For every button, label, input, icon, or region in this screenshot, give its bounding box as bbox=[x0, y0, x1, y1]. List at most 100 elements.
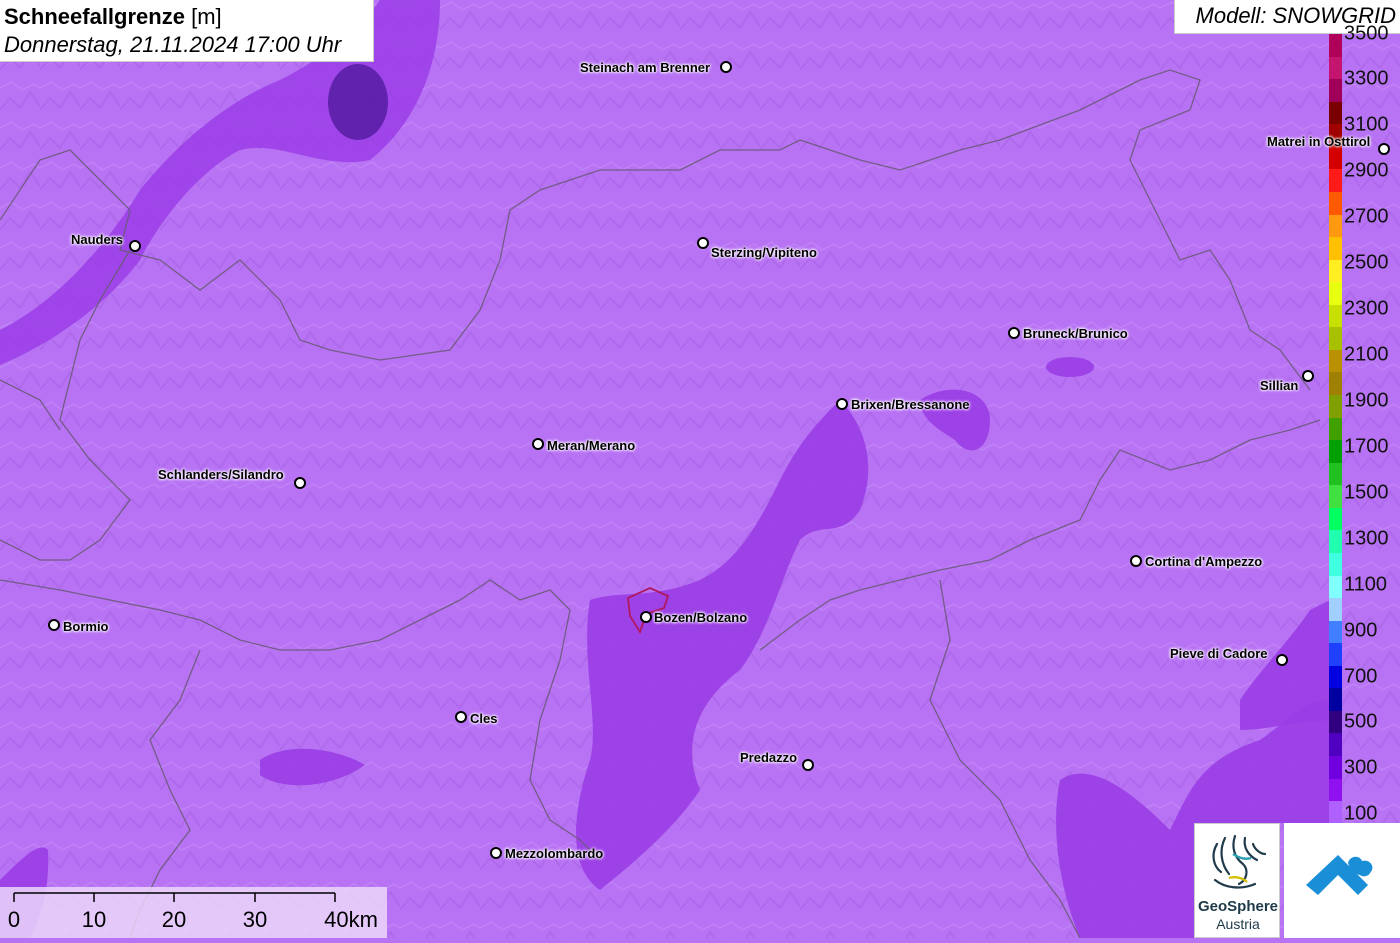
city-marker-schlanders-silandro[interactable] bbox=[294, 477, 306, 489]
city-label-nauders[interactable]: Nauders bbox=[71, 232, 123, 247]
scale-label-0: 0 bbox=[7, 907, 21, 932]
city-marker-bormio[interactable] bbox=[48, 619, 60, 631]
legend-label: 1300 bbox=[1344, 527, 1389, 550]
geosphere-logo-icon bbox=[1212, 834, 1267, 889]
legend-label: 900 bbox=[1344, 619, 1378, 642]
legend-swatch bbox=[1329, 507, 1342, 531]
legend-swatch bbox=[1329, 575, 1342, 599]
color-legend: 3500 3300 3100 2900 2700 2500 2300 2100 1900 1700… bbox=[1329, 23, 1400, 825]
zone-darkest-blob bbox=[328, 64, 388, 140]
legend-swatch bbox=[1329, 327, 1342, 350]
city-marker-predazzo[interactable] bbox=[802, 759, 814, 771]
legend-swatch bbox=[1329, 665, 1342, 689]
city-label-brixen-bressanone[interactable]: Brixen/Bressanone bbox=[851, 397, 970, 412]
legend-swatch bbox=[1329, 169, 1342, 192]
city-marker-cortina-d-ampezzo[interactable] bbox=[1130, 555, 1142, 567]
city-marker-steinach-am-brenner[interactable] bbox=[720, 61, 732, 73]
city-label-sterzing-vipiteno[interactable]: Sterzing/Vipiteno bbox=[711, 245, 817, 260]
legend-swatch bbox=[1329, 688, 1342, 711]
map-title-box: Schneefallgrenze [m] Donnerstag, 21.11.2… bbox=[0, 0, 374, 62]
snow-cloud-logo-icon bbox=[1306, 855, 1373, 895]
legend-color-bar bbox=[1329, 34, 1342, 824]
scale-label-30: 30 bbox=[242, 907, 268, 932]
city-label-mezzolombardo[interactable]: Mezzolombardo bbox=[505, 846, 603, 861]
city-label-cortina-d-ampezzo[interactable]: Cortina d'Ampezzo bbox=[1145, 554, 1262, 569]
city-label-sillian[interactable]: Sillian bbox=[1260, 378, 1298, 393]
legend-swatch bbox=[1329, 101, 1342, 125]
legend-swatch bbox=[1329, 801, 1342, 824]
legend-swatch bbox=[1329, 620, 1342, 644]
scale-bar: 0 10 20 30 40km bbox=[0, 887, 387, 938]
city-label-predazzo[interactable]: Predazzo bbox=[740, 750, 797, 765]
legend-swatch bbox=[1329, 778, 1342, 802]
city-label-pieve-di-cadore[interactable]: Pieve di Cadore bbox=[1170, 646, 1268, 661]
legend-swatch bbox=[1329, 34, 1342, 57]
city-marker-sterzing-vipiteno[interactable] bbox=[697, 237, 709, 249]
legend-swatch bbox=[1329, 440, 1342, 463]
legend-swatch bbox=[1329, 710, 1342, 734]
legend-swatch bbox=[1329, 349, 1342, 373]
title-main: Schneefallgrenze bbox=[4, 4, 185, 29]
legend-swatch bbox=[1329, 191, 1342, 215]
legend-label: 1700 bbox=[1344, 435, 1389, 458]
legend-swatch bbox=[1329, 372, 1342, 395]
scale-label-20: 20 bbox=[161, 907, 187, 932]
legend-swatch bbox=[1329, 56, 1342, 80]
legend-label: 3500 bbox=[1344, 22, 1389, 45]
city-marker-cles[interactable] bbox=[455, 711, 467, 723]
legend-swatch bbox=[1329, 282, 1342, 305]
city-label-meran-merano[interactable]: Meran/Merano bbox=[547, 438, 635, 453]
legend-swatch bbox=[1329, 417, 1342, 441]
legend-swatch bbox=[1329, 395, 1342, 418]
geosphere-logo-sub: Austria bbox=[1216, 916, 1260, 932]
zone-bruneck-blob bbox=[1046, 357, 1094, 377]
city-label-bozen-bolzano[interactable]: Bozen/Bolzano bbox=[654, 610, 747, 625]
legend-swatch bbox=[1329, 259, 1342, 283]
city-label-cles[interactable]: Cles bbox=[470, 711, 497, 726]
city-marker-sillian[interactable] bbox=[1302, 370, 1314, 382]
scale-label-10: 10 bbox=[81, 907, 107, 932]
city-marker-bruneck-brunico[interactable] bbox=[1008, 327, 1020, 339]
legend-swatch bbox=[1329, 146, 1342, 170]
legend-label: 500 bbox=[1344, 710, 1378, 733]
legend-swatch bbox=[1329, 485, 1342, 508]
legend-swatch bbox=[1329, 79, 1342, 102]
city-label-schlanders-silandro[interactable]: Schlanders/Silandro bbox=[158, 467, 284, 482]
legend-swatch bbox=[1329, 214, 1342, 238]
legend-swatch bbox=[1329, 530, 1342, 553]
map-datetime: Donnerstag, 21.11.2024 17:00 Uhr bbox=[4, 32, 342, 57]
legend-label: 2500 bbox=[1344, 251, 1389, 274]
legend-label: 2900 bbox=[1344, 159, 1389, 182]
partner-logo[interactable] bbox=[1284, 823, 1400, 938]
city-marker-brixen-bressanone[interactable] bbox=[836, 398, 848, 410]
title-unit: [m] bbox=[191, 4, 222, 29]
city-marker-mezzolombardo[interactable] bbox=[490, 847, 502, 859]
legend-label: 300 bbox=[1344, 756, 1378, 779]
legend-swatch bbox=[1329, 643, 1342, 666]
city-marker-nauders[interactable] bbox=[129, 240, 141, 252]
legend-label: 2300 bbox=[1344, 297, 1389, 320]
city-label-matrei-in-osttirol[interactable]: Matrei in Osttirol bbox=[1267, 134, 1370, 149]
city-label-steinach-am-brenner[interactable]: Steinach am Brenner bbox=[580, 60, 710, 75]
city-marker-matrei-in-osttirol[interactable] bbox=[1378, 143, 1390, 155]
legend-swatch bbox=[1329, 733, 1342, 756]
city-marker-pieve-di-cadore[interactable] bbox=[1276, 654, 1288, 666]
city-label-bormio[interactable]: Bormio bbox=[63, 619, 109, 634]
legend-label: 2700 bbox=[1344, 205, 1389, 228]
legend-swatch bbox=[1329, 462, 1342, 486]
geosphere-logo-name: GeoSphere bbox=[1197, 898, 1279, 915]
geosphere-logo[interactable]: GeoSphere Austria bbox=[1194, 823, 1280, 938]
legend-label: 1900 bbox=[1344, 389, 1389, 412]
legend-label: 1500 bbox=[1344, 481, 1389, 504]
legend-swatch bbox=[1329, 756, 1342, 779]
city-marker-meran-merano[interactable] bbox=[532, 438, 544, 450]
scale-label-40km: 40km bbox=[324, 907, 378, 932]
city-marker-bozen-bolzano[interactable] bbox=[640, 611, 652, 623]
legend-label: 1100 bbox=[1344, 573, 1388, 596]
legend-swatch bbox=[1329, 552, 1342, 576]
city-label-bruneck-brunico[interactable]: Bruneck/Brunico bbox=[1023, 326, 1128, 341]
legend-label: 700 bbox=[1344, 665, 1378, 688]
legend-label: 3300 bbox=[1344, 67, 1389, 90]
legend-swatch bbox=[1329, 237, 1342, 260]
legend-label: 2100 bbox=[1344, 343, 1389, 366]
